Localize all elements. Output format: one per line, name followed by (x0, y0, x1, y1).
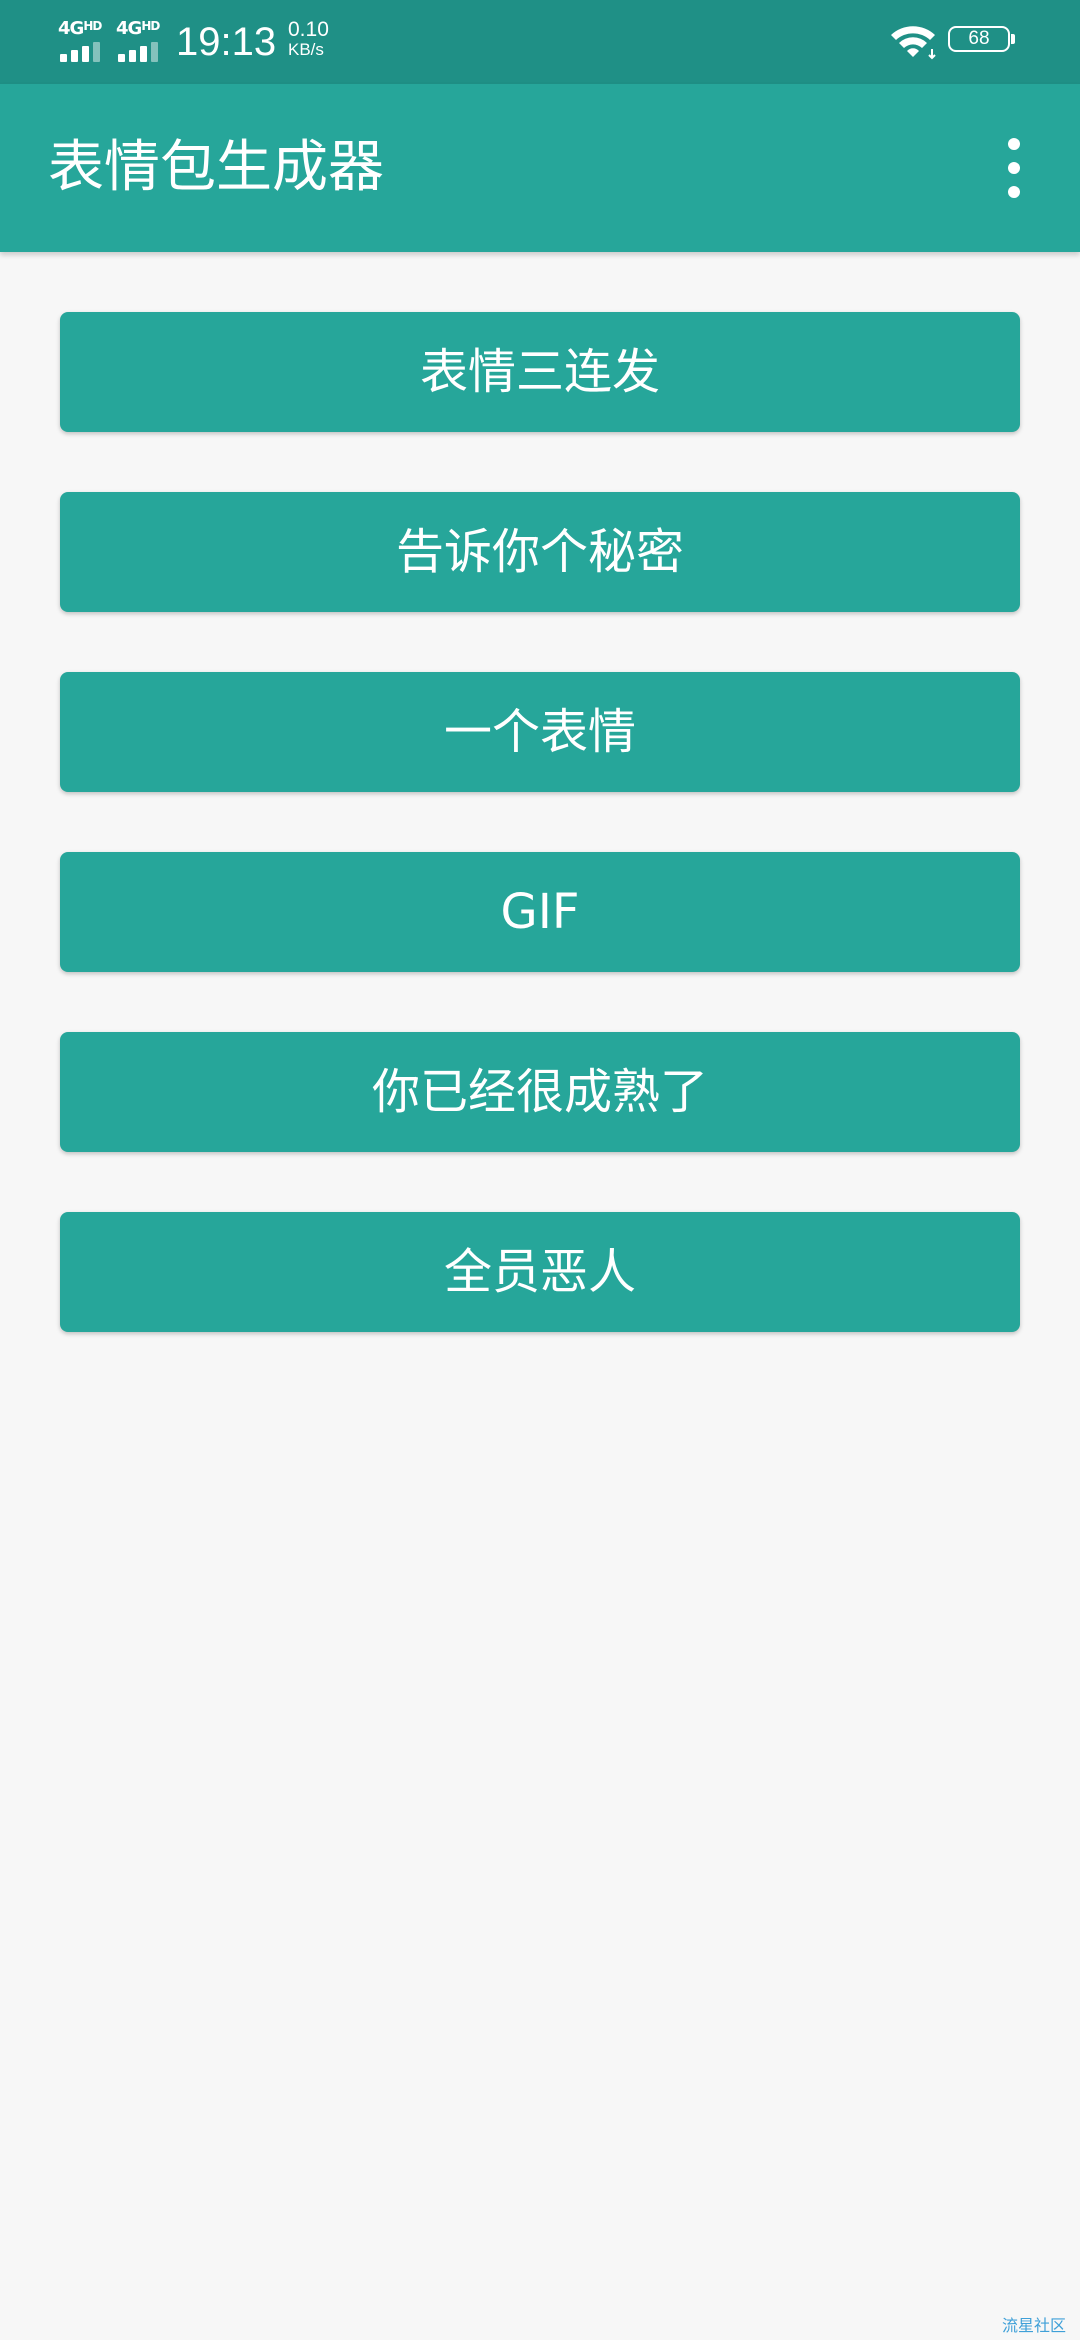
watermark: 流星社区 (1001, 2316, 1066, 2335)
app-bar: 表情包生成器 (0, 84, 1080, 252)
more-vert-icon[interactable] (994, 138, 1034, 198)
triple-emoji-button[interactable]: 表情三连发 (60, 312, 1020, 432)
already-mature-button[interactable]: 你已经很成熟了 (60, 1032, 1020, 1152)
generator-button-list: 表情三连发 告诉你个秘密 一个表情 GIF 你已经很成熟了 全员恶人 (60, 312, 1020, 1392)
app-title: 表情包生成器 (48, 135, 384, 200)
network-type-label: 4G (116, 18, 142, 39)
network-speed-value: 0.10 (288, 18, 329, 41)
network-speed: 0.10 KB/s (288, 18, 329, 60)
gif-button[interactable]: GIF (60, 852, 1020, 972)
wifi-icon (891, 26, 936, 60)
network-hd-label: HD (141, 19, 160, 33)
battery-icon: 68 (948, 26, 1018, 56)
network-speed-unit: KB/s (288, 40, 324, 59)
network-type-label: 4G (58, 18, 84, 39)
cellular-signal-icon: 4GHD (116, 20, 166, 64)
cellular-signal-icon: 4GHD (58, 20, 108, 64)
single-emoji-button[interactable]: 一个表情 (60, 672, 1020, 792)
network-hd-label: HD (83, 19, 102, 33)
status-clock: 19:13 (176, 20, 277, 64)
tell-secret-button[interactable]: 告诉你个秘密 (60, 492, 1020, 612)
status-bar: 4GHD 4GHD 19:13 0.10 KB/s 68 (0, 0, 1080, 84)
battery-level: 68 (968, 28, 990, 49)
all-villains-button[interactable]: 全员恶人 (60, 1212, 1020, 1332)
screen: 4GHD 4GHD 19:13 0.10 KB/s 68 表情包生成器 表情三连… (0, 0, 1080, 2340)
